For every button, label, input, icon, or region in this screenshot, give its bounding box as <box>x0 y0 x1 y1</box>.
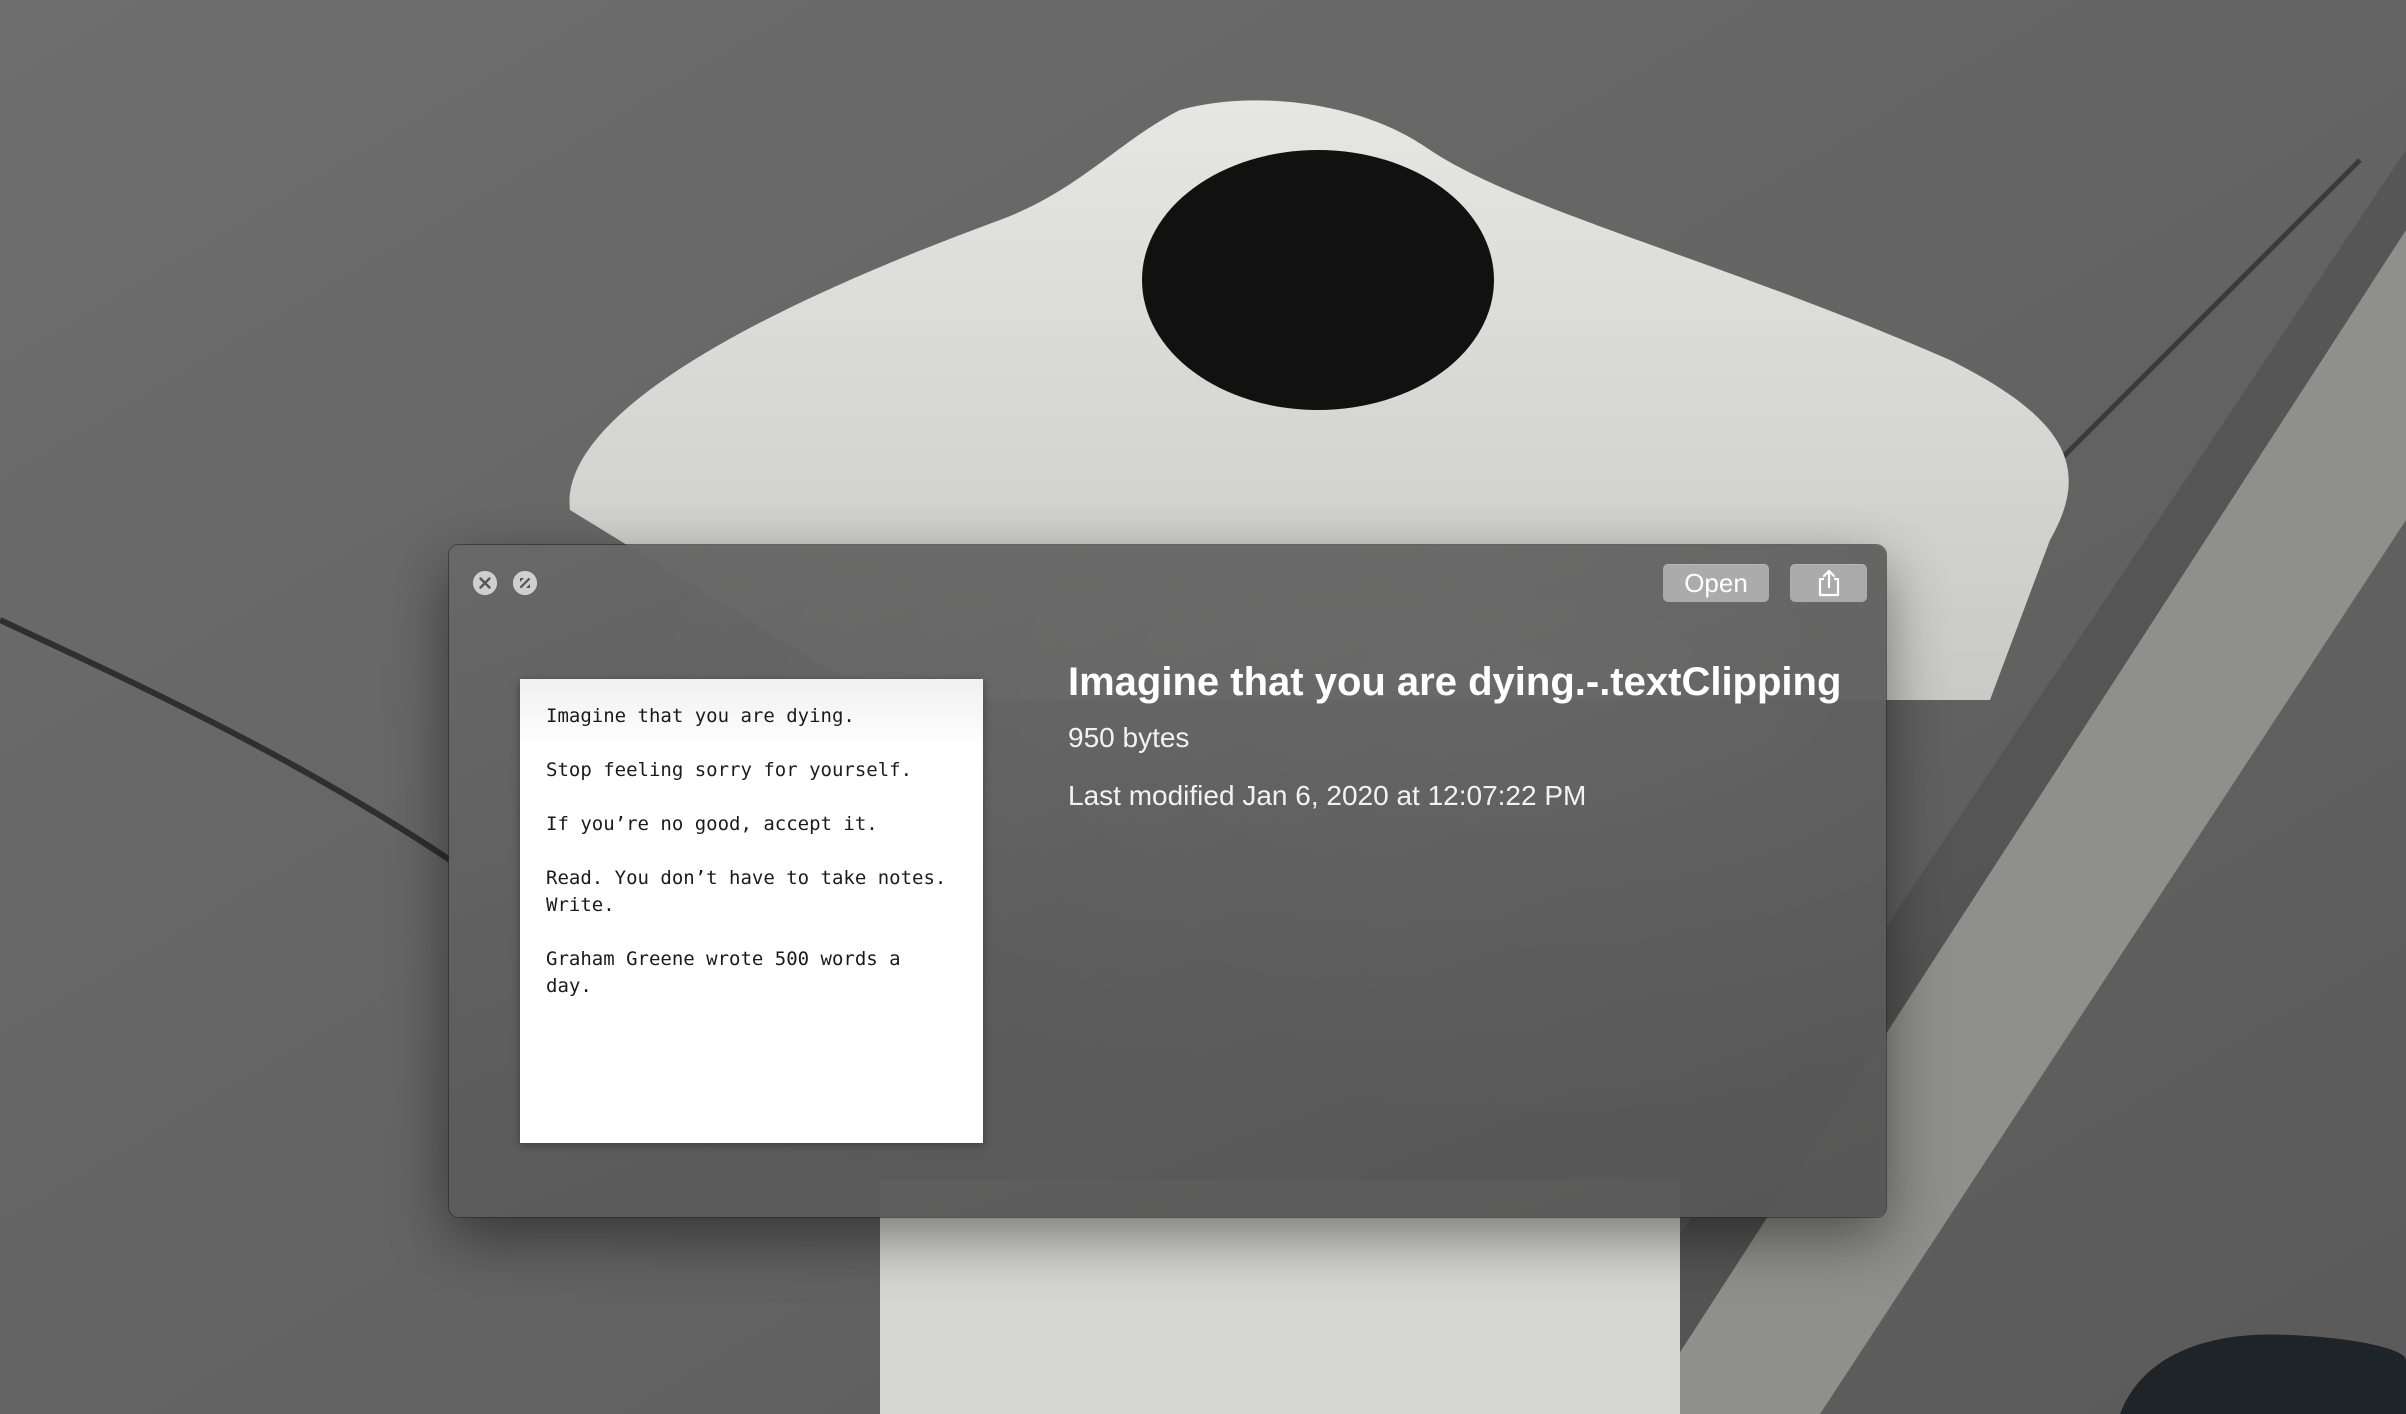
file-name: Imagine that you are dying.-.textClippin… <box>1068 660 1842 704</box>
fullscreen-button[interactable] <box>513 571 537 595</box>
file-info: Imagine that you are dying.-.textClippin… <box>1068 657 1868 813</box>
preview-line: Stop feeling sorry for yourself. <box>546 759 913 781</box>
fullscreen-icon <box>513 571 537 595</box>
share-icon <box>1818 569 1839 597</box>
close-icon <box>473 571 497 595</box>
share-button[interactable] <box>1790 564 1867 602</box>
preview-line: Graham Greene wrote 500 words a day. <box>546 948 901 997</box>
document-preview: Imagine that you are dying. Stop feeling… <box>520 679 983 1143</box>
close-button[interactable] <box>473 571 497 595</box>
preview-line: If you’re no good, accept it. <box>546 813 878 835</box>
file-modified-date: Last modified Jan 6, 2020 at 12:07:22 PM <box>1068 780 1587 811</box>
file-size: 950 bytes <box>1068 722 1190 753</box>
open-button[interactable]: Open <box>1663 564 1769 602</box>
quick-look-window: Open Imagine that you are dying. Stop fe… <box>449 545 1886 1217</box>
preview-line: Imagine that you are dying. <box>546 705 855 727</box>
preview-line: Read. You don’t have to take notes. Writ… <box>546 867 947 916</box>
